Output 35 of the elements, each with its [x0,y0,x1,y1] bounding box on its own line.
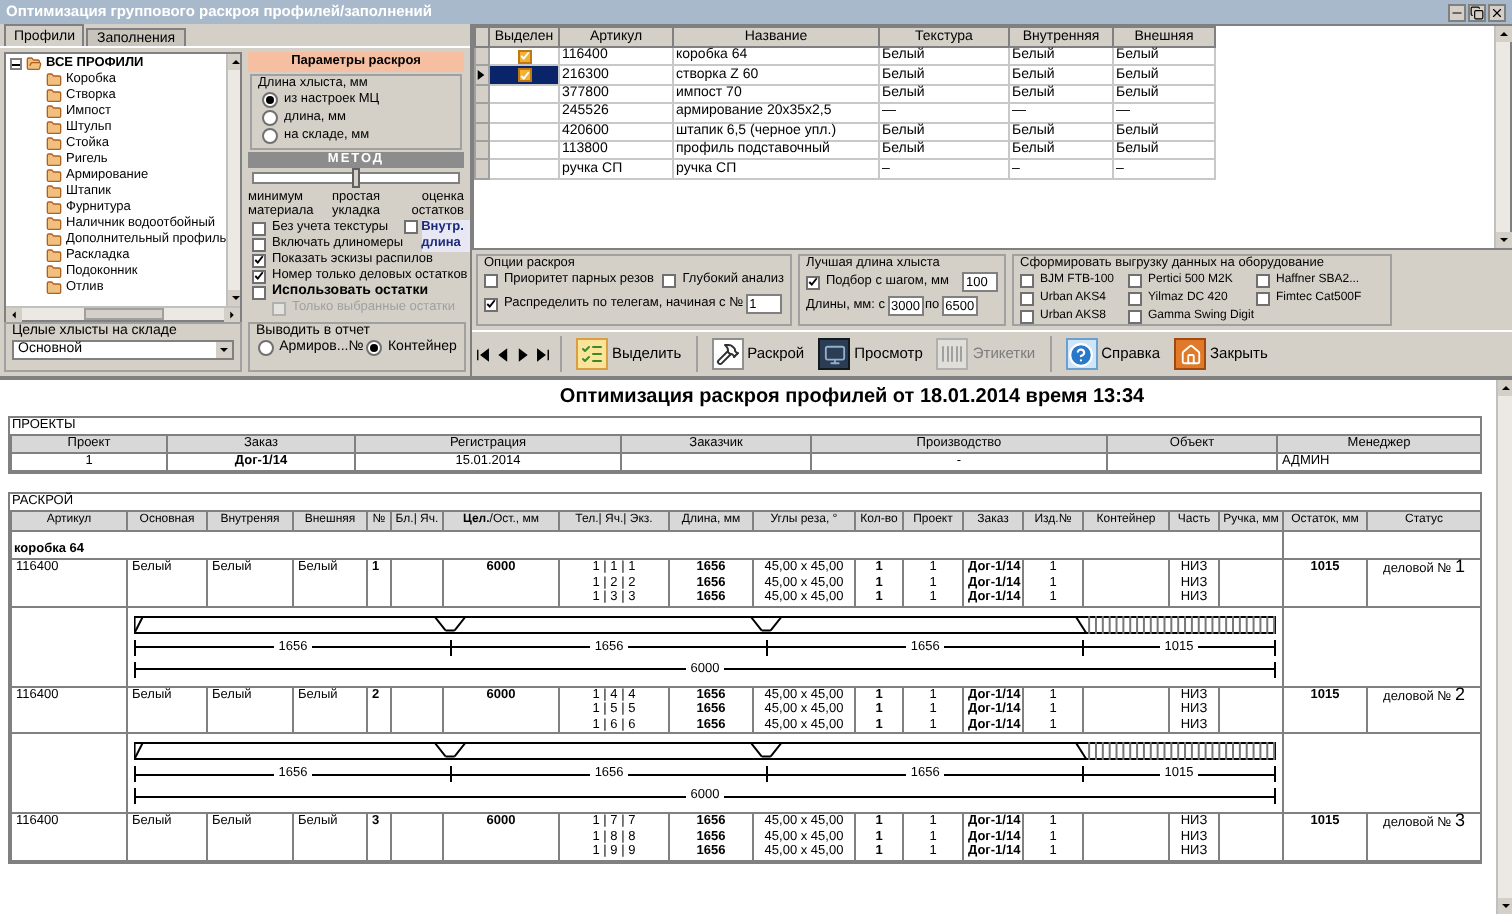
slider-thumb[interactable] [352,168,360,188]
scroll-down-icon[interactable] [1498,898,1512,914]
next-record-icon[interactable] [516,347,530,361]
first-record-icon[interactable] [476,347,490,361]
vertical-scrollbar[interactable] [226,54,240,306]
scroll-left-icon[interactable] [6,308,22,322]
restore-icon[interactable] [1468,3,1486,21]
checkbox[interactable] [517,49,531,64]
last-record-icon[interactable] [536,347,550,361]
scroll-down-icon[interactable] [228,290,240,306]
checkbox[interactable] [517,68,531,83]
checkmark-icon [808,276,818,288]
horizontal-scrollbar[interactable] [6,306,240,320]
scroll-down-icon[interactable] [1496,232,1512,248]
vertical-scrollbar[interactable] [1496,380,1512,914]
scroll-up-icon[interactable] [228,54,240,70]
checklist-icon [576,338,608,370]
minimize-icon[interactable] [1448,3,1466,21]
close-icon[interactable] [1488,3,1506,21]
slider-track[interactable] [252,172,460,184]
checkmark-icon [486,298,496,310]
scroll-right-icon[interactable] [224,308,240,322]
collapse-icon[interactable] [10,58,22,70]
report-title: Оптимизация раскроя профилей от 18.01.2014 время 13:34 [557,384,1147,412]
scroll-up-icon[interactable] [1496,26,1512,42]
folder-icon [26,56,42,72]
dropdown-arrow-icon [216,342,232,358]
previous-record-icon[interactable] [496,347,510,361]
vertical-scrollbar[interactable] [1494,26,1510,248]
barcode-icon [936,338,969,370]
help-icon [1065,338,1098,370]
monitor-icon [818,338,851,370]
hammer-icon [711,338,744,370]
scroll-up-icon[interactable] [1498,380,1512,396]
house-icon [1174,338,1207,370]
